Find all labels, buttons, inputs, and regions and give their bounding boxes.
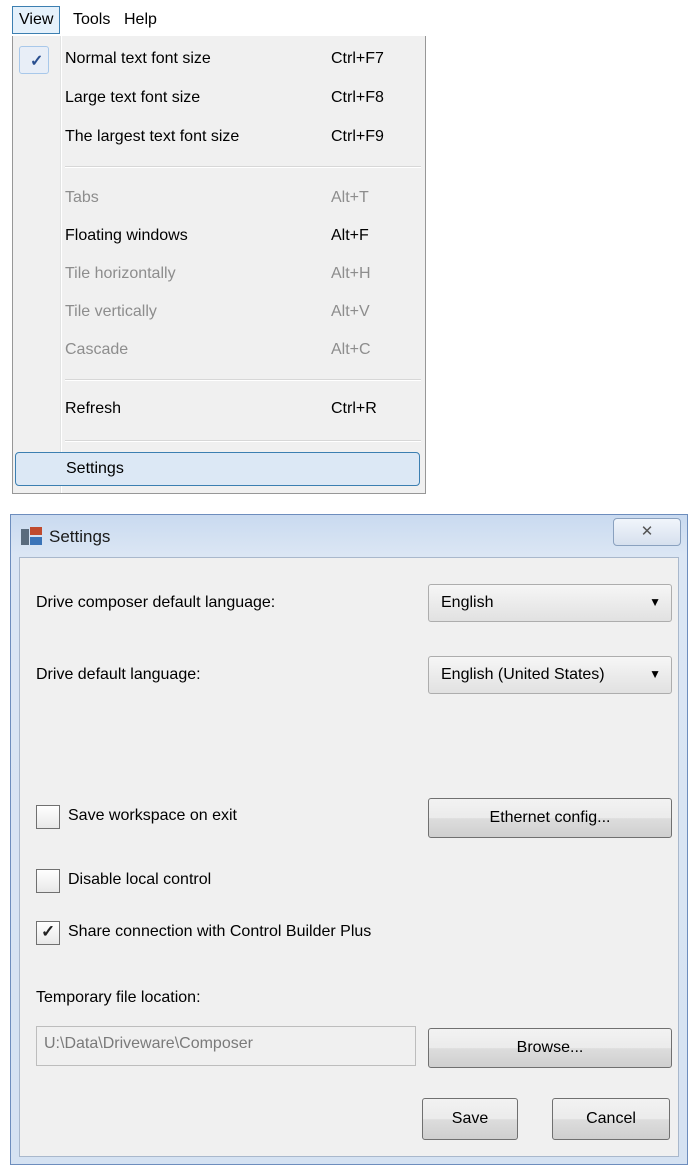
menu-item-shortcut: Alt+C: [331, 341, 371, 358]
menu-item-shortcut: Ctrl+F8: [331, 89, 384, 106]
chevron-down-icon: ▼: [649, 667, 661, 681]
menu-item-shortcut: Alt+V: [331, 303, 370, 320]
checkmark-icon: ✓: [30, 53, 44, 70]
app-icon: [21, 527, 43, 547]
composer-language-label: Drive composer default language:: [36, 594, 276, 611]
menu-item-shortcut: Alt+H: [331, 265, 371, 282]
menu-separator: [65, 379, 421, 381]
browse-button[interactable]: Browse...: [428, 1028, 672, 1068]
menu-item-largest-font[interactable]: The largest text font size Ctrl+F9: [13, 120, 425, 156]
drive-language-label: Drive default language:: [36, 666, 201, 683]
menu-help[interactable]: Help: [124, 8, 157, 32]
save-workspace-checkbox[interactable]: [36, 805, 60, 829]
menu-item-label: Tabs: [65, 189, 99, 206]
share-connection-checkbox[interactable]: ✓: [36, 921, 60, 945]
temp-location-label: Temporary file location:: [36, 989, 201, 1006]
menu-item-normal-font[interactable]: ✓ Normal text font size Ctrl+F7: [13, 42, 425, 78]
menu-item-label: Large text font size: [65, 89, 201, 106]
menu-item-settings[interactable]: Settings: [15, 452, 420, 486]
drive-language-select[interactable]: English (United States) ▼: [428, 656, 672, 694]
temp-location-value: U:\Data\Driveware\Composer: [44, 1035, 253, 1052]
menu-item-shortcut: Ctrl+R: [331, 400, 377, 417]
dialog-client-area: Drive composer default language: English…: [19, 557, 679, 1157]
dialog-titlebar[interactable]: Settings ✕: [11, 515, 687, 557]
menu-item-cascade: Cascade Alt+C: [13, 333, 425, 369]
checkmark-icon: ✓: [41, 922, 56, 941]
menu-item-shortcut: Alt+T: [331, 189, 369, 206]
menu-item-shortcut: Ctrl+F7: [331, 50, 384, 67]
save-workspace-label: Save workspace on exit: [68, 807, 237, 824]
view-menu-dropdown: ✓ Normal text font size Ctrl+F7 Large te…: [12, 36, 426, 494]
ethernet-config-button[interactable]: Ethernet config...: [428, 798, 672, 838]
menu-tools[interactable]: Tools: [73, 8, 110, 32]
menu-separator: [65, 166, 421, 168]
menu-bar: View Tools Help: [0, 0, 430, 36]
share-connection-label: Share connection with Control Builder Pl…: [68, 923, 372, 940]
composer-language-select[interactable]: English ▼: [428, 584, 672, 622]
menu-item-label: Floating windows: [65, 227, 188, 244]
chevron-down-icon: ▼: [649, 595, 661, 609]
menu-item-large-font[interactable]: Large text font size Ctrl+F8: [13, 81, 425, 117]
menu-item-floating-windows[interactable]: Floating windows Alt+F: [13, 219, 425, 255]
menu-item-tabs: Tabs Alt+T: [13, 181, 425, 217]
menu-item-tile-horizontally: Tile horizontally Alt+H: [13, 257, 425, 293]
dialog-title: Settings: [49, 527, 111, 546]
menu-item-label: Normal text font size: [65, 50, 211, 67]
composer-language-value: English: [441, 594, 494, 611]
menu-item-label: The largest text font size: [65, 128, 240, 145]
menu-item-label: Tile horizontally: [65, 265, 176, 282]
menu-item-tile-vertically: Tile vertically Alt+V: [13, 295, 425, 331]
save-button[interactable]: Save: [422, 1098, 518, 1140]
menu-item-shortcut: Alt+F: [331, 227, 369, 244]
menu-item-label: Cascade: [65, 341, 129, 358]
menu-item-label: Settings: [66, 460, 124, 477]
temp-location-input[interactable]: U:\Data\Driveware\Composer: [36, 1026, 416, 1066]
cancel-button[interactable]: Cancel: [552, 1098, 670, 1140]
drive-language-value: English (United States): [441, 666, 605, 683]
menu-separator: [65, 440, 421, 442]
settings-dialog: Settings ✕ Drive composer default langua…: [10, 514, 688, 1165]
menu-item-shortcut: Ctrl+F9: [331, 128, 384, 145]
disable-local-control-checkbox[interactable]: [36, 869, 60, 893]
menu-item-refresh[interactable]: Refresh Ctrl+R: [13, 392, 425, 428]
menu-check-indicator: ✓: [19, 46, 49, 74]
close-button[interactable]: ✕: [613, 518, 681, 546]
menu-view[interactable]: View: [12, 6, 61, 34]
disable-local-control-label: Disable local control: [68, 871, 212, 888]
menu-item-label: Tile vertically: [65, 303, 157, 320]
menu-item-label: Refresh: [65, 400, 122, 417]
close-icon: ✕: [640, 523, 654, 540]
